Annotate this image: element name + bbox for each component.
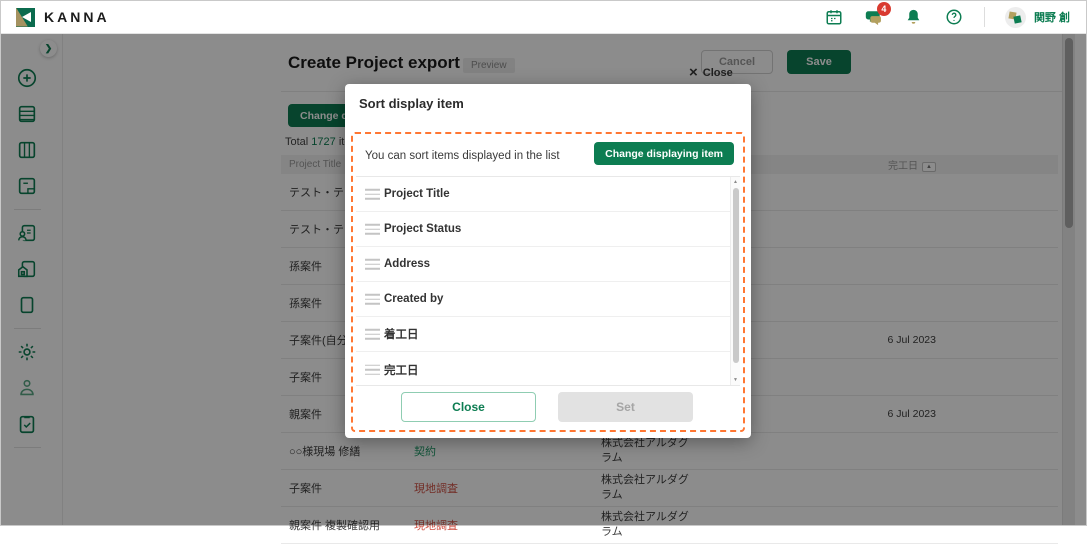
sort-item-label: 着工日 [384,326,419,342]
bell-icon[interactable] [904,7,924,27]
calendar-icon[interactable] [824,7,844,27]
drag-handle-icon[interactable] [365,294,380,305]
sort-item-label: Address [384,258,430,270]
sort-item-label: Project Title [384,188,450,200]
sort-list-item[interactable]: 着工日 [356,317,740,352]
sort-list-item[interactable]: Created by [356,282,740,317]
sort-item-label: Created by [384,293,443,305]
modal-title: Sort display item [359,96,464,111]
top-bar: KANNA 4 [1,1,1086,34]
sort-list: Project Title Project Status Address Create… [356,176,740,386]
modal-footer-close-button[interactable]: Close [401,392,536,422]
modal-hint-text: You can sort items displayed in the list [365,150,560,162]
sort-display-item-modal: Sort display item You can sort items dis… [345,84,751,438]
user-name: 関野 創 [1034,9,1070,25]
modal-footer-set-button[interactable]: Set [558,392,693,422]
modal-dashed-frame: You can sort items displayed in the list… [351,132,745,432]
notification-badge: 4 [877,2,891,16]
close-x-icon: × [689,65,698,80]
chat-icon[interactable]: 4 [864,7,884,27]
drag-handle-icon[interactable] [365,189,380,200]
user-menu[interactable]: 関野 創 [1005,7,1070,28]
drag-handle-icon[interactable] [365,259,380,270]
sort-item-label: Project Status [384,223,461,235]
change-displaying-item-button-modal[interactable]: Change displaying item [594,142,734,165]
sort-list-item[interactable]: Project Title [356,177,740,212]
drag-handle-icon[interactable] [365,364,380,375]
sort-list-item[interactable]: Address [356,247,740,282]
kanna-logo[interactable]: KANNA [1,8,110,27]
kanna-logo-icon [16,8,35,27]
scroll-down-icon[interactable]: ▼ [731,377,740,383]
sort-list-item[interactable]: 完工日 [356,352,740,386]
drag-handle-icon[interactable] [365,329,380,340]
modal-close-button[interactable]: × Close [689,65,733,80]
sort-item-label: 完工日 [384,362,419,378]
list-scrollbar-thumb[interactable] [733,188,739,363]
modal-close-label: Close [703,67,733,79]
list-scrollbar[interactable]: ▲ ▼ [730,177,740,385]
scroll-up-icon[interactable]: ▲ [731,179,740,185]
help-icon[interactable] [944,7,964,27]
topbar-separator [984,7,985,27]
drag-handle-icon[interactable] [365,224,380,235]
sort-list-item[interactable]: Project Status [356,212,740,247]
brand-name: KANNA [44,9,110,25]
avatar [1005,7,1026,28]
